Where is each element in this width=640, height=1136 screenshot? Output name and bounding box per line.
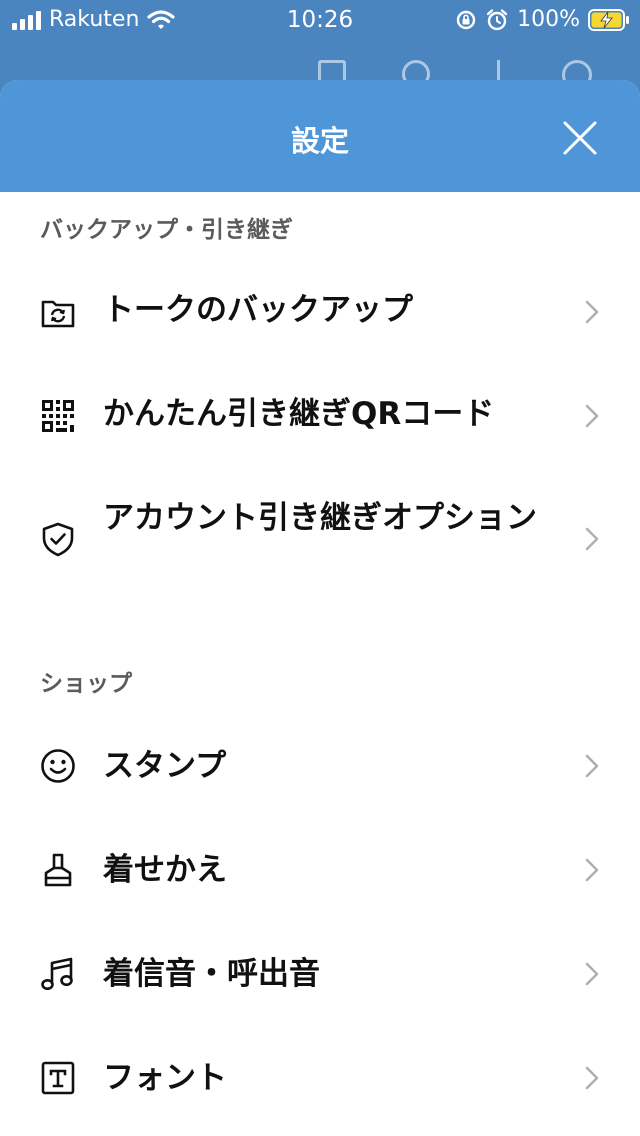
chevron-right-icon bbox=[585, 300, 599, 324]
qr-code-icon bbox=[42, 400, 74, 432]
rotation-lock-icon bbox=[456, 10, 476, 29]
row-label: 着せかえ bbox=[103, 852, 227, 888]
font-icon bbox=[41, 1061, 75, 1095]
chevron-right-icon bbox=[585, 754, 599, 778]
page-title: 設定 bbox=[290, 124, 349, 158]
smiley-icon bbox=[41, 749, 75, 783]
row-label: トークのバックアップ bbox=[103, 292, 413, 328]
shield-check-icon bbox=[42, 522, 74, 557]
brush-icon bbox=[44, 853, 72, 887]
close-button[interactable] bbox=[562, 120, 598, 156]
row-label: フォント bbox=[103, 1060, 227, 1096]
row-label: スタンプ bbox=[103, 748, 227, 784]
chevron-right-icon bbox=[585, 527, 599, 551]
row-account-transfer-option[interactable]: アカウント引き継ぎオプション bbox=[0, 484, 640, 594]
status-bar: Rakuten 10:26 100% bbox=[0, 0, 640, 40]
close-icon bbox=[563, 121, 597, 155]
settings-sheet: 設定 バックアップ・引き継ぎ トークのバックアップ かんたん引き継ぎQRコード … bbox=[0, 80, 640, 1136]
row-stamp[interactable]: スタンプ bbox=[0, 720, 640, 812]
row-label: 着信音・呼出音 bbox=[103, 956, 320, 992]
sheet-header: 設定 bbox=[0, 80, 640, 192]
chevron-right-icon bbox=[585, 404, 599, 428]
row-theme[interactable]: 着せかえ bbox=[0, 824, 640, 916]
row-label: かんたん引き継ぎQRコード bbox=[103, 396, 495, 432]
row-talk-backup[interactable]: トークのバックアップ bbox=[0, 276, 640, 366]
battery-charging-icon bbox=[588, 8, 629, 31]
row-label: アカウント引き継ぎオプション bbox=[103, 500, 537, 536]
music-note-icon bbox=[41, 957, 73, 990]
row-qr-transfer[interactable]: かんたん引き継ぎQRコード bbox=[0, 380, 640, 470]
alarm-icon bbox=[486, 8, 508, 30]
row-font[interactable]: フォント bbox=[0, 1032, 640, 1124]
chevron-right-icon bbox=[585, 962, 599, 986]
battery-percent: 100% bbox=[517, 7, 580, 32]
chevron-right-icon bbox=[585, 858, 599, 882]
section-header-backup: バックアップ・引き継ぎ bbox=[40, 217, 293, 243]
chevron-right-icon bbox=[585, 1066, 599, 1090]
folder-sync-icon bbox=[41, 300, 75, 328]
row-ringtone[interactable]: 着信音・呼出音 bbox=[0, 928, 640, 1020]
section-header-shop: ショップ bbox=[40, 671, 132, 697]
